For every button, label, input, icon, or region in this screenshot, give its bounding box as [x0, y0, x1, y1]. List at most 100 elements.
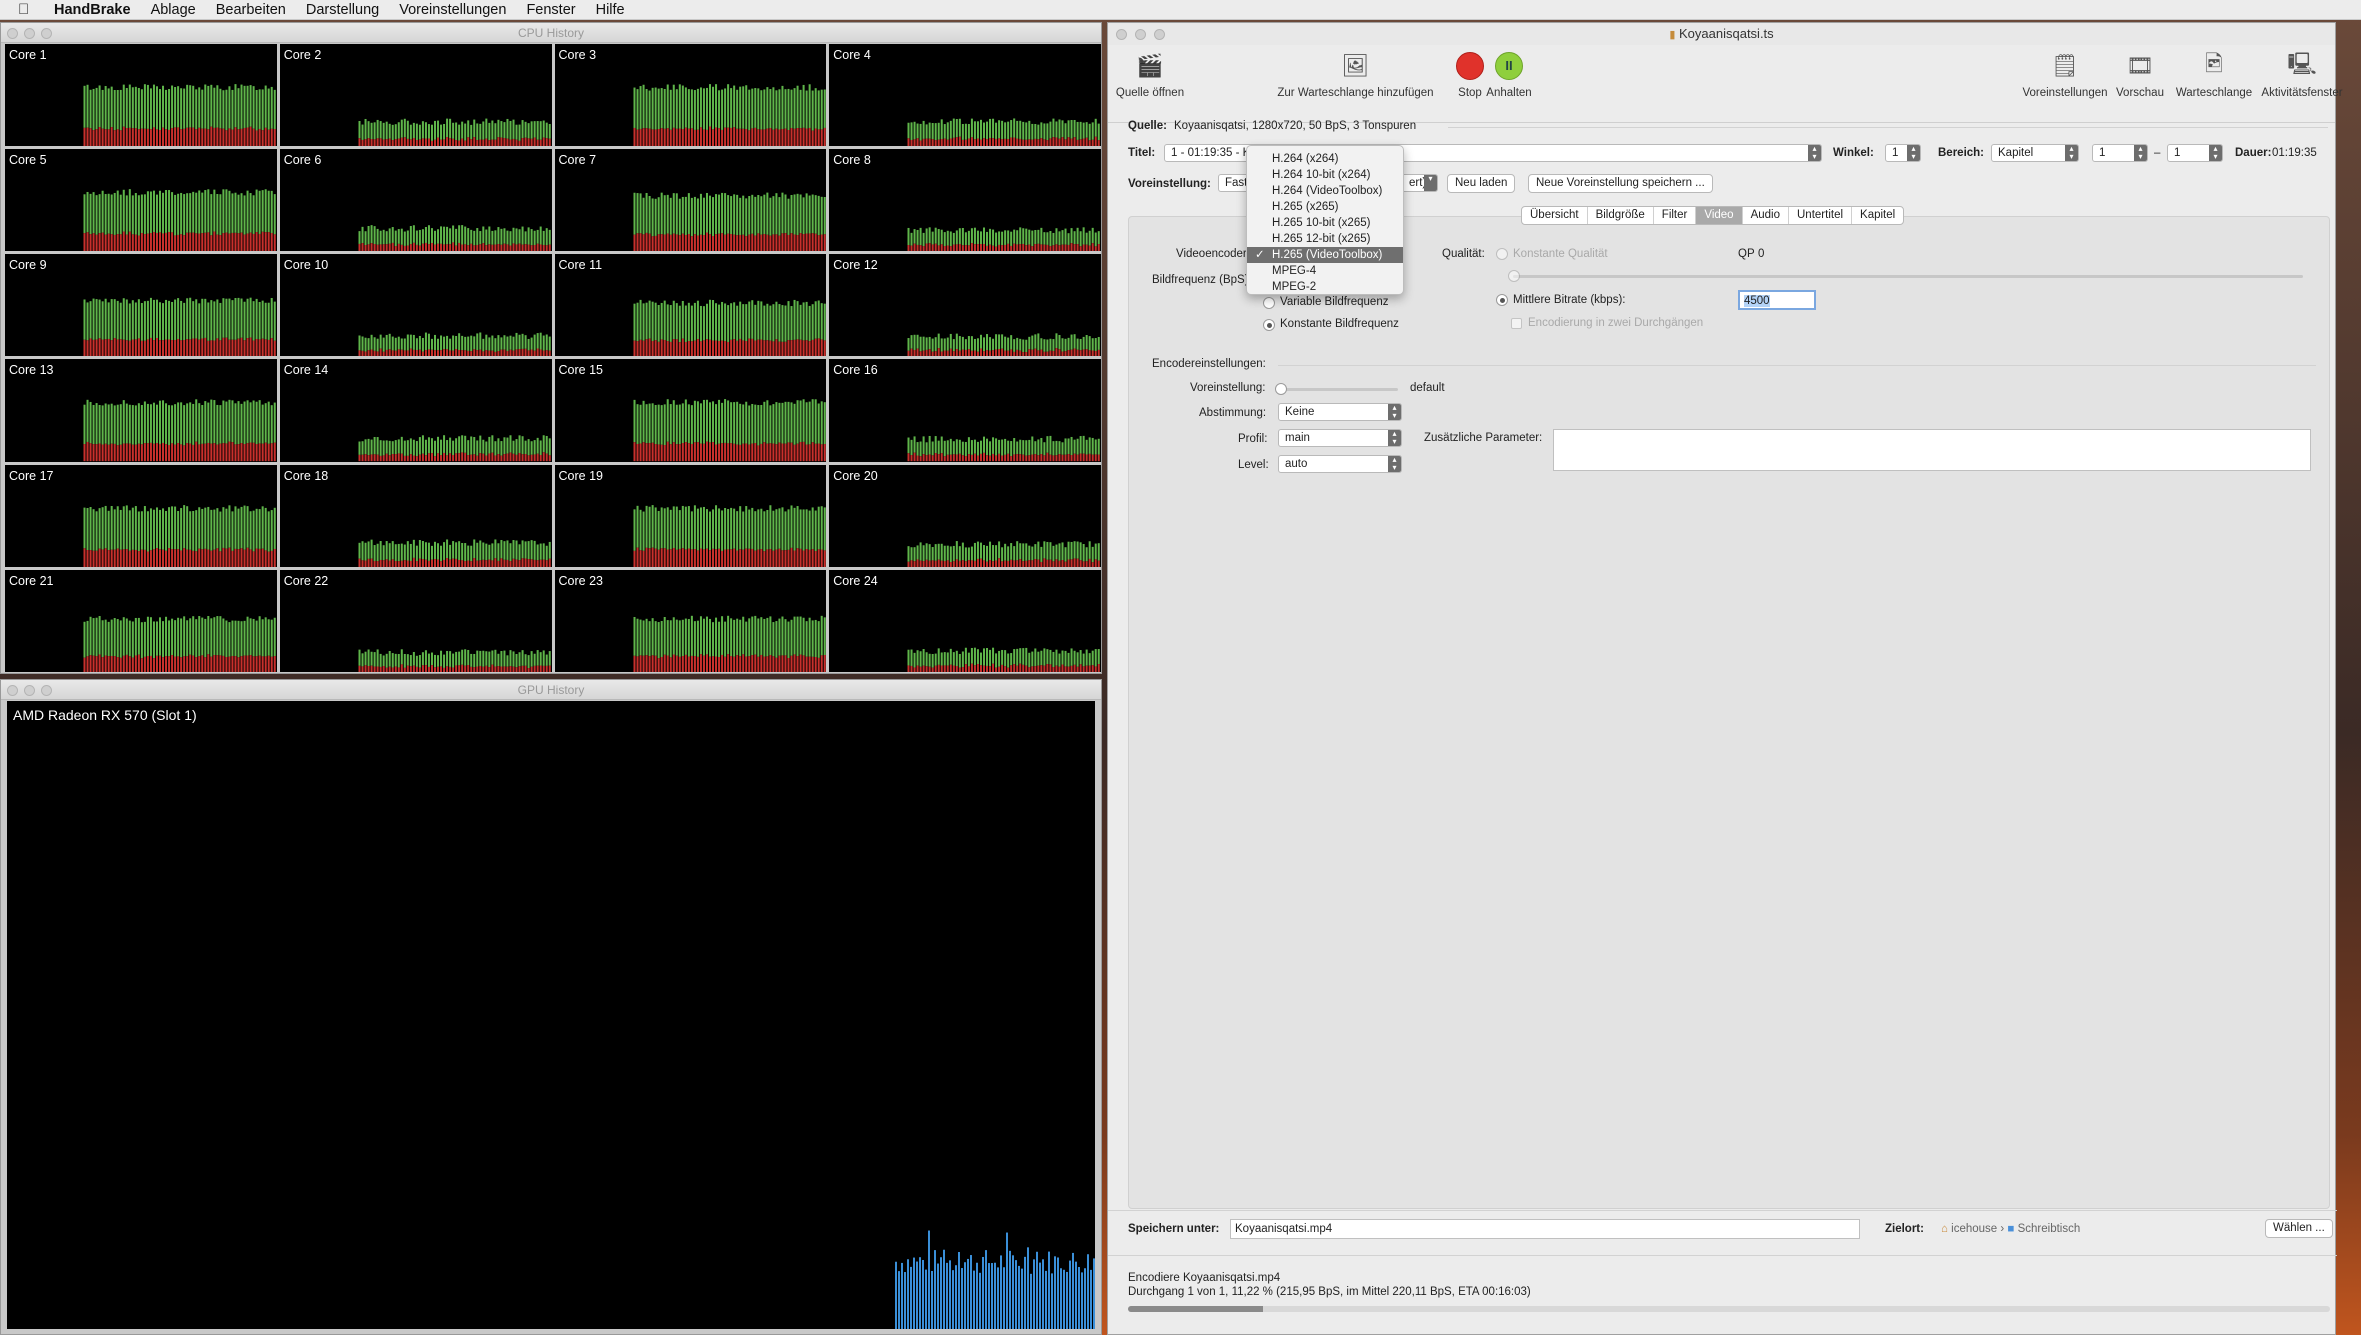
system-bar: [539, 665, 542, 672]
level-select[interactable]: auto ▴ ▾: [1278, 455, 1402, 473]
tab-subtitles[interactable]: Untertitel: [1789, 207, 1853, 224]
tab-audio[interactable]: Audio: [1743, 207, 1789, 224]
close-button[interactable]: [7, 28, 18, 39]
encoder-menu-item[interactable]: H.265 (x265): [1247, 199, 1403, 215]
range-select[interactable]: Kapitel ▴ ▾: [1991, 144, 2079, 162]
reload-button[interactable]: Neu laden: [1447, 174, 1516, 193]
system-bar: [488, 666, 491, 672]
system-bar: [403, 456, 406, 462]
user-bar: [1055, 441, 1058, 456]
system-bar: [947, 245, 950, 252]
enc-preset-knob[interactable]: [1275, 383, 1287, 395]
encoder-menu-item[interactable]: H.264 (VideoToolbox): [1247, 183, 1403, 199]
user-bar: [684, 618, 687, 655]
zoom-button[interactable]: [1154, 29, 1165, 40]
quality-slider[interactable]: [1513, 275, 2303, 278]
close-button[interactable]: [7, 685, 18, 696]
tab-filters[interactable]: Filter: [1654, 207, 1697, 224]
gpu-bar: [913, 1257, 915, 1329]
system-bar: [762, 234, 765, 252]
preview-button[interactable]: 🎞 Vorschau: [2112, 49, 2168, 99]
vfr-radio[interactable]: [1263, 297, 1275, 309]
encoder-menu-item[interactable]: MPEG-2: [1247, 279, 1403, 295]
user-bar: [198, 303, 201, 341]
user-bar: [189, 510, 192, 550]
menu-hilfe[interactable]: Hilfe: [596, 2, 625, 18]
core-label: Core 10: [283, 258, 329, 273]
avg-bitrate-radio[interactable]: [1496, 294, 1508, 306]
tab-chapters[interactable]: Kapitel: [1852, 207, 1903, 224]
system-bar: [956, 559, 959, 567]
user-bar: [765, 509, 768, 550]
menu-bearbeiten[interactable]: Bearbeiten: [216, 2, 286, 18]
system-bar: [919, 456, 922, 462]
system-bar: [497, 351, 500, 357]
menu-fenster[interactable]: Fenster: [526, 2, 575, 18]
user-bar: [385, 653, 388, 668]
minimize-button[interactable]: [24, 28, 35, 39]
user-bar: [940, 119, 943, 140]
activity-button[interactable]: 🖳 Aktivitätsfenster: [2258, 49, 2346, 99]
save-as-input[interactable]: Koyaanisqatsi.mp4: [1230, 1219, 1860, 1239]
handbrake-titlebar[interactable]: ▮ Koyaanisqatsi.ts: [1108, 23, 2335, 45]
menu-darstellung[interactable]: Darstellung: [306, 2, 379, 18]
choose-button[interactable]: Wählen ...: [2265, 1219, 2333, 1238]
profile-select[interactable]: main ▴ ▾: [1278, 429, 1402, 447]
cfr-radio[interactable]: [1263, 319, 1275, 331]
user-bar: [714, 303, 717, 341]
menu-voreinstellungen[interactable]: Voreinstellungen: [399, 2, 506, 18]
menu-ablage[interactable]: Ablage: [151, 2, 196, 18]
system-bar: [225, 548, 228, 567]
range-to-select[interactable]: 1 ▴ ▾: [2167, 144, 2223, 162]
encoder-menu-item[interactable]: H.265 10-bit (x265): [1247, 215, 1403, 231]
user-bar: [231, 400, 234, 443]
gpu-bar: [931, 1270, 933, 1329]
tab-dimensions[interactable]: Bildgröße: [1588, 207, 1654, 224]
cpu-window-titlebar[interactable]: CPU History: [1, 23, 1101, 43]
quality-slider-knob[interactable]: [1508, 270, 1520, 282]
tab-video[interactable]: Video: [1696, 207, 1743, 224]
minimize-button[interactable]: [24, 685, 35, 696]
enc-preset-slider[interactable]: [1278, 388, 1398, 391]
const-quality-radio[interactable]: [1496, 248, 1508, 260]
apple-icon[interactable]: : [18, 1, 40, 18]
user-bar: [705, 193, 708, 233]
bitrate-input[interactable]: 4500: [1738, 290, 1816, 310]
encoder-menu-item[interactable]: ✓ H.265 (VideoToolbox): [1247, 247, 1403, 263]
range-from-select[interactable]: 1 ▴ ▾: [2092, 144, 2148, 162]
tune-select[interactable]: Keine ▴ ▾: [1278, 403, 1402, 421]
system-bar: [1067, 245, 1070, 252]
destination-path[interactable]: ⌂ icehouse › ■ Schreibtisch: [1941, 1223, 2080, 1235]
system-bar: [1001, 560, 1004, 567]
system-bar: [720, 550, 723, 567]
zoom-button[interactable]: [41, 685, 52, 696]
encoder-menu-item[interactable]: H.264 10-bit (x264): [1247, 167, 1403, 183]
zoom-button[interactable]: [41, 28, 52, 39]
system-bar: [654, 444, 657, 462]
open-source-button[interactable]: 🎬 Quelle öffnen: [1114, 49, 1186, 99]
tab-overview[interactable]: Übersicht: [1522, 207, 1588, 224]
minimize-button[interactable]: [1135, 29, 1146, 40]
menu-app[interactable]: HandBrake: [54, 2, 131, 18]
system-bar: [442, 349, 445, 357]
angle-select[interactable]: 1 ▴ ▾: [1885, 144, 1921, 162]
add-to-queue-button[interactable]: 🖼 Zur Warteschlange hinzufügen: [1273, 49, 1438, 99]
system-bar: [367, 244, 370, 252]
system-bar: [735, 655, 738, 672]
save-new-preset-button[interactable]: Neue Voreinstellung speichern ...: [1528, 174, 1713, 193]
gpu-window-titlebar[interactable]: GPU History: [1, 680, 1101, 700]
encoder-menu-item[interactable]: H.264 (x264): [1247, 151, 1403, 167]
cpu-core-graph: Core 17: [5, 464, 277, 567]
extra-params-textarea[interactable]: [1553, 429, 2311, 471]
user-bar: [155, 194, 158, 234]
presets-button[interactable]: 🗒 Voreinstellungen: [2019, 49, 2111, 99]
pause-button[interactable]: II Anhalten: [1482, 49, 1536, 99]
encoder-menu-item[interactable]: H.265 12-bit (x265): [1247, 231, 1403, 247]
close-button[interactable]: [1116, 29, 1127, 40]
twopass-checkbox[interactable]: [1511, 318, 1522, 329]
user-bar: [113, 193, 116, 236]
queue-button[interactable]: 🖻 Warteschlange: [2171, 49, 2257, 99]
user-bar: [793, 194, 796, 235]
user-bar: [983, 227, 986, 245]
encoder-menu-item[interactable]: MPEG-4: [1247, 263, 1403, 279]
